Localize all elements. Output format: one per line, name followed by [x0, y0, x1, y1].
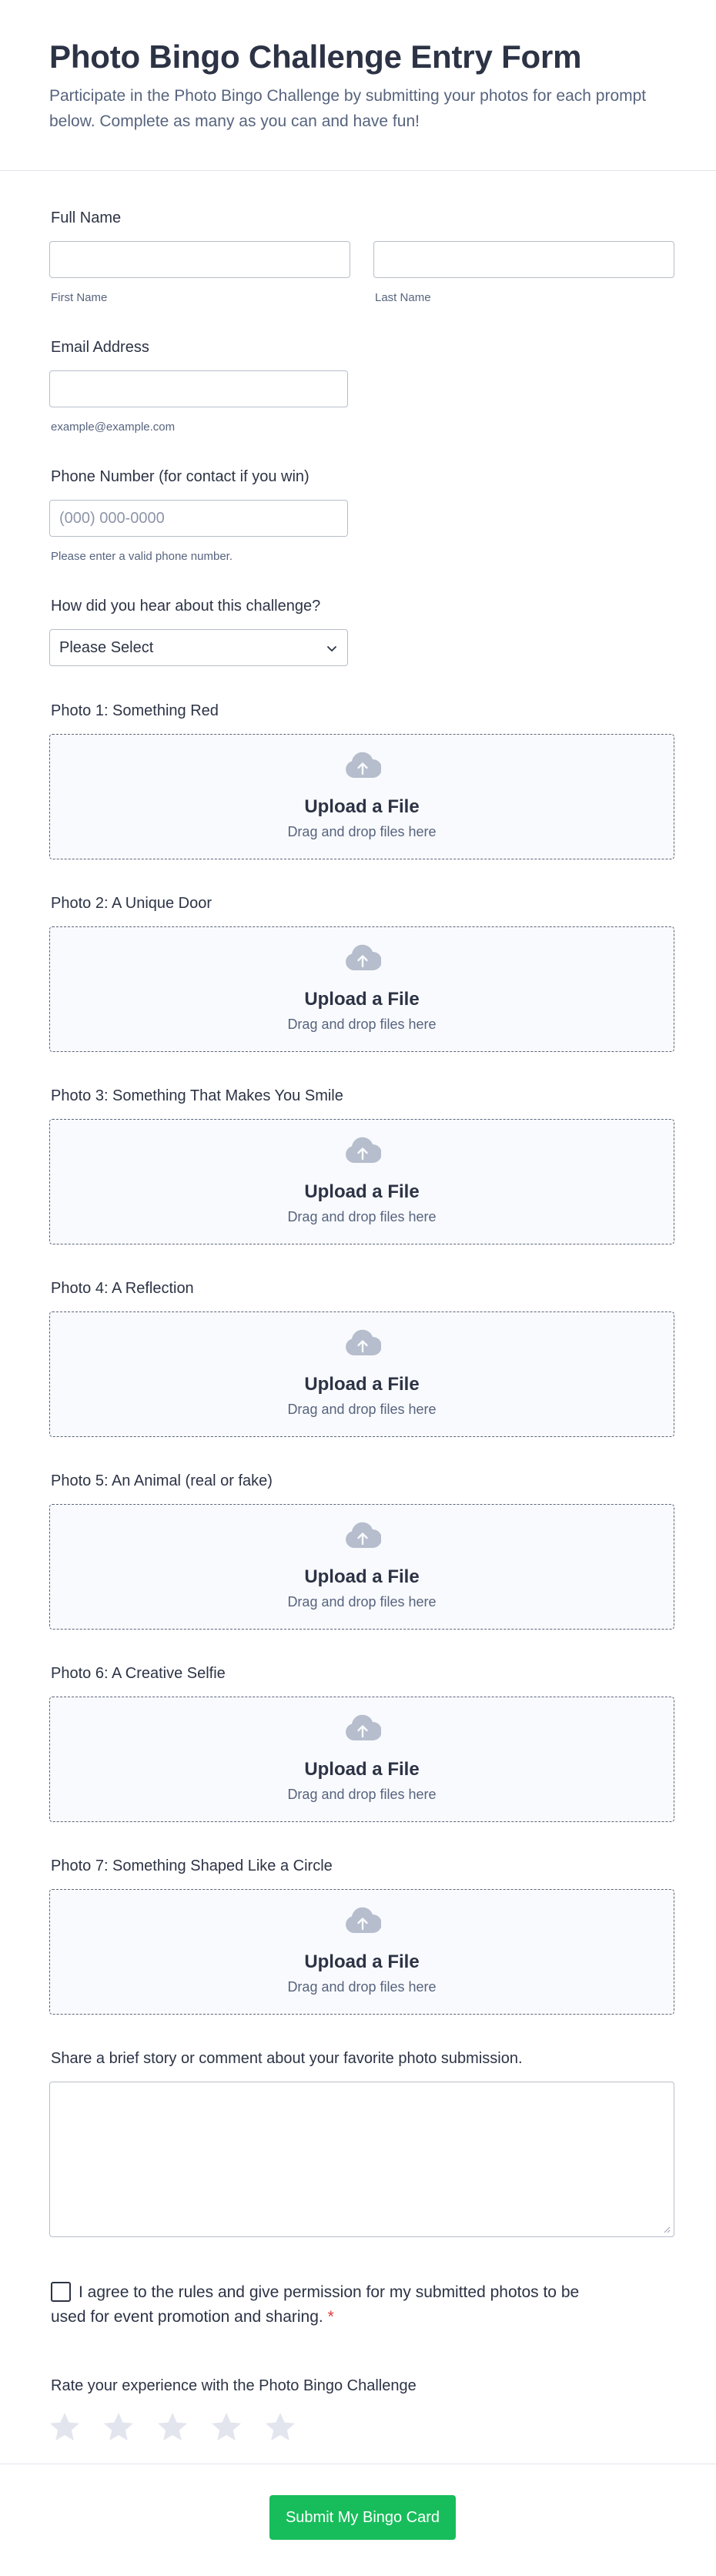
upload-title: Upload a File	[304, 1759, 420, 1780]
star-icon[interactable]	[209, 2410, 243, 2444]
upload-hint: Drag and drop files here	[287, 1402, 437, 1417]
page-subtitle: Participate in the Photo Bingo Challenge…	[49, 87, 647, 130]
upload-hint: Drag and drop files here	[287, 1594, 437, 1610]
chevron-down-icon	[327, 646, 336, 652]
file-upload-dropzone[interactable]: Upload a File Drag and drop files here	[49, 1119, 674, 1244]
cloud-upload-icon	[346, 1714, 381, 1740]
agree-label: I agree to the rules and give permission…	[51, 2283, 580, 2326]
upload-label: Photo 4: A Reflection	[51, 1280, 194, 1297]
form-footer: Submit My Bingo Card	[0, 2464, 716, 2576]
first-name-sublabel: First Name	[51, 291, 108, 304]
star-icon[interactable]	[263, 2410, 297, 2444]
file-upload-dropzone[interactable]: Upload a File Drag and drop files here	[49, 1697, 674, 1822]
story-textarea[interactable]	[49, 2082, 674, 2237]
file-upload-dropzone[interactable]: Upload a File Drag and drop files here	[49, 1311, 674, 1437]
cloud-upload-icon	[346, 752, 381, 778]
phone-input[interactable]: (000) 000-0000	[49, 500, 348, 537]
story-label: Share a brief story or comment about you…	[51, 2050, 523, 2067]
file-upload-dropzone[interactable]: Upload a File Drag and drop files here	[49, 734, 674, 859]
star-icon[interactable]	[48, 2410, 82, 2444]
agree-text: I agree to the rules and give permission…	[51, 2280, 605, 2330]
form-header: Photo Bingo Challenge Entry Form Partici…	[0, 0, 716, 171]
page-title: Photo Bingo Challenge Entry Form	[49, 39, 582, 75]
referral-label: How did you hear about this challenge?	[51, 598, 321, 615]
cloud-upload-icon	[346, 1522, 381, 1548]
upload-hint: Drag and drop files here	[287, 1979, 437, 1995]
last-name-input[interactable]	[373, 241, 674, 278]
last-name-sublabel: Last Name	[375, 291, 431, 304]
upload-label: Photo 2: A Unique Door	[51, 895, 212, 912]
cloud-upload-icon	[346, 1329, 381, 1355]
upload-label: Photo 3: Something That Makes You Smile	[51, 1087, 343, 1104]
full-name-label: Full Name	[51, 209, 122, 226]
upload-title: Upload a File	[304, 1374, 420, 1395]
upload-hint: Drag and drop files here	[287, 824, 437, 839]
upload-hint: Drag and drop files here	[287, 1017, 437, 1032]
cloud-upload-icon	[346, 944, 381, 970]
phone-placeholder: (000) 000-0000	[59, 510, 165, 527]
required-asterisk: *	[327, 2308, 334, 2326]
upload-label: Photo 1: Something Red	[51, 702, 219, 719]
email-label: Email Address	[51, 339, 149, 356]
phone-sublabel: Please enter a valid phone number.	[51, 550, 233, 563]
resize-handle-icon[interactable]	[663, 2226, 671, 2233]
upload-label: Photo 7: Something Shaped Like a Circle	[51, 1857, 333, 1874]
email-sublabel: example@example.com	[51, 420, 176, 434]
file-upload-dropzone[interactable]: Upload a File Drag and drop files here	[49, 1889, 674, 2015]
upload-title: Upload a File	[304, 796, 420, 817]
email-input[interactable]	[49, 370, 348, 407]
rating-label: Rate your experience with the Photo Bing…	[51, 2377, 417, 2394]
phone-label: Phone Number (for contact if you win)	[51, 468, 309, 485]
upload-label: Photo 5: An Animal (real or fake)	[51, 1472, 273, 1489]
star-icon[interactable]	[156, 2410, 189, 2444]
submit-button[interactable]: Submit My Bingo Card	[269, 2495, 456, 2540]
cloud-upload-icon	[346, 1907, 381, 1933]
upload-title: Upload a File	[304, 989, 420, 1010]
file-upload-dropzone[interactable]: Upload a File Drag and drop files here	[49, 926, 674, 1052]
upload-label: Photo 6: A Creative Selfie	[51, 1665, 226, 1682]
referral-selected-value: Please Select	[59, 639, 154, 656]
upload-hint: Drag and drop files here	[287, 1209, 437, 1224]
upload-title: Upload a File	[304, 1951, 420, 1972]
first-name-input[interactable]	[49, 241, 350, 278]
upload-hint: Drag and drop files here	[287, 1787, 437, 1802]
upload-title: Upload a File	[304, 1566, 420, 1587]
file-upload-dropzone[interactable]: Upload a File Drag and drop files here	[49, 1504, 674, 1630]
cloud-upload-icon	[346, 1137, 381, 1163]
upload-title: Upload a File	[304, 1181, 420, 1202]
star-icon[interactable]	[102, 2410, 136, 2444]
referral-select[interactable]: Please Select	[49, 629, 348, 666]
